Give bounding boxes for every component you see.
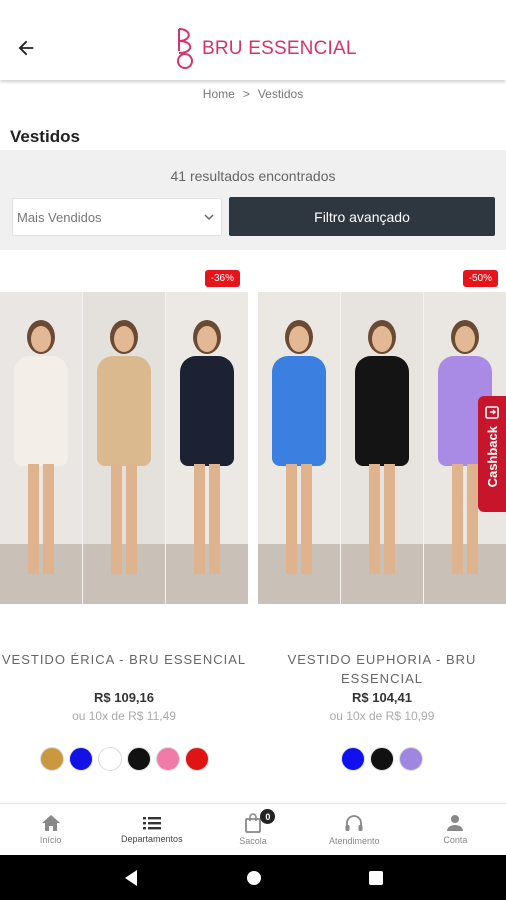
chevron-down-icon: [204, 214, 214, 221]
product-image[interactable]: [258, 292, 506, 604]
filters-panel: 41 resultados encontrados Mais Vendidos …: [0, 150, 506, 250]
cart-count-badge: 0: [260, 809, 276, 824]
nav-label: Departamentos: [121, 834, 183, 844]
color-swatch-white[interactable]: [97, 747, 122, 771]
user-icon: [447, 815, 464, 831]
color-swatch-lilac[interactable]: [399, 747, 423, 771]
nav-item-departments[interactable]: Departamentos: [101, 804, 202, 855]
logo-mark-icon: [177, 28, 193, 69]
product-price: R$ 109,16: [94, 690, 154, 705]
dress-shape: [355, 356, 409, 466]
photo-panel: [258, 292, 341, 604]
sort-value: Mais Vendidos: [17, 209, 102, 225]
breadcrumb-home[interactable]: Home: [203, 87, 235, 101]
photo-panel: [341, 292, 424, 604]
dress-shape: [97, 356, 151, 466]
photo-panel: [166, 292, 248, 604]
results-count: 41 resultados encontrados: [170, 168, 336, 184]
discount-badge: -36%: [204, 270, 240, 287]
dress-shape: [14, 356, 68, 466]
product-name[interactable]: VESTIDO ÉRICA - BRU ESSENCIAL: [0, 650, 248, 669]
cashback-icon: [485, 406, 499, 419]
advanced-filter-button[interactable]: Filtro avançado: [229, 197, 495, 236]
headset-icon: [345, 814, 363, 831]
nav-label: Conta: [443, 835, 468, 845]
cashback-tab[interactable]: Cashback: [478, 396, 506, 512]
bottom-navigation: Início Departamentos 0 Sacola Atendiment…: [0, 803, 506, 855]
color-swatch-red[interactable]: [184, 747, 209, 771]
brand-logo[interactable]: BRU ESSENCIAL: [174, 24, 357, 72]
back-button[interactable]: [12, 34, 40, 62]
breadcrumb-current: Vestidos: [257, 87, 304, 101]
nav-label: Início: [39, 835, 62, 845]
bag-icon: [245, 813, 261, 833]
color-swatch-pink[interactable]: [155, 747, 180, 771]
system-navigation-bar: [0, 855, 506, 900]
nav-label: Sacola: [239, 836, 267, 846]
product-image[interactable]: [0, 292, 248, 604]
product-price: R$ 104,41: [352, 690, 412, 705]
list-icon: [142, 817, 161, 830]
sort-select[interactable]: Mais Vendidos: [12, 198, 222, 236]
nav-item-account[interactable]: Conta: [405, 804, 506, 855]
color-swatches: [0, 747, 248, 771]
color-swatch-blue[interactable]: [68, 747, 93, 771]
home-circle-icon[interactable]: [246, 870, 262, 886]
color-swatch-blue[interactable]: [341, 747, 365, 771]
breadcrumb: Home > Vestidos: [0, 87, 506, 101]
arrow-left-icon: [18, 40, 34, 56]
nav-item-support[interactable]: Atendimento: [304, 804, 405, 855]
installments-text: ou 10x de R$ 11,49: [72, 709, 176, 723]
home-icon: [41, 815, 60, 831]
color-swatches: [258, 747, 506, 771]
breadcrumb-separator: >: [242, 87, 250, 101]
dress-shape: [272, 356, 326, 466]
recents-icon[interactable]: [368, 870, 383, 885]
nav-item-home[interactable]: Início: [0, 804, 101, 855]
page-title: Vestidos: [10, 127, 80, 146]
cashback-label: Cashback: [484, 426, 500, 488]
logo-text: BRU ESSENCIAL: [202, 38, 357, 59]
photo-panel: [0, 292, 83, 604]
color-swatch-mustard[interactable]: [39, 747, 64, 771]
discount-badge: -50%: [462, 270, 498, 287]
back-icon[interactable]: [123, 869, 139, 887]
dress-shape: [180, 356, 234, 466]
nav-item-bag[interactable]: 0 Sacola: [202, 804, 303, 855]
app-header: BRU ESSENCIAL: [0, 0, 506, 80]
color-swatch-black[interactable]: [370, 747, 394, 771]
nav-label: Atendimento: [328, 835, 380, 846]
color-swatch-black[interactable]: [126, 747, 151, 771]
product-name[interactable]: VESTIDO EUPHORIA - BRU ESSENCIAL: [258, 650, 506, 688]
photo-panel: [83, 292, 166, 604]
installments-text: ou 10x de R$ 10,99: [329, 709, 435, 723]
